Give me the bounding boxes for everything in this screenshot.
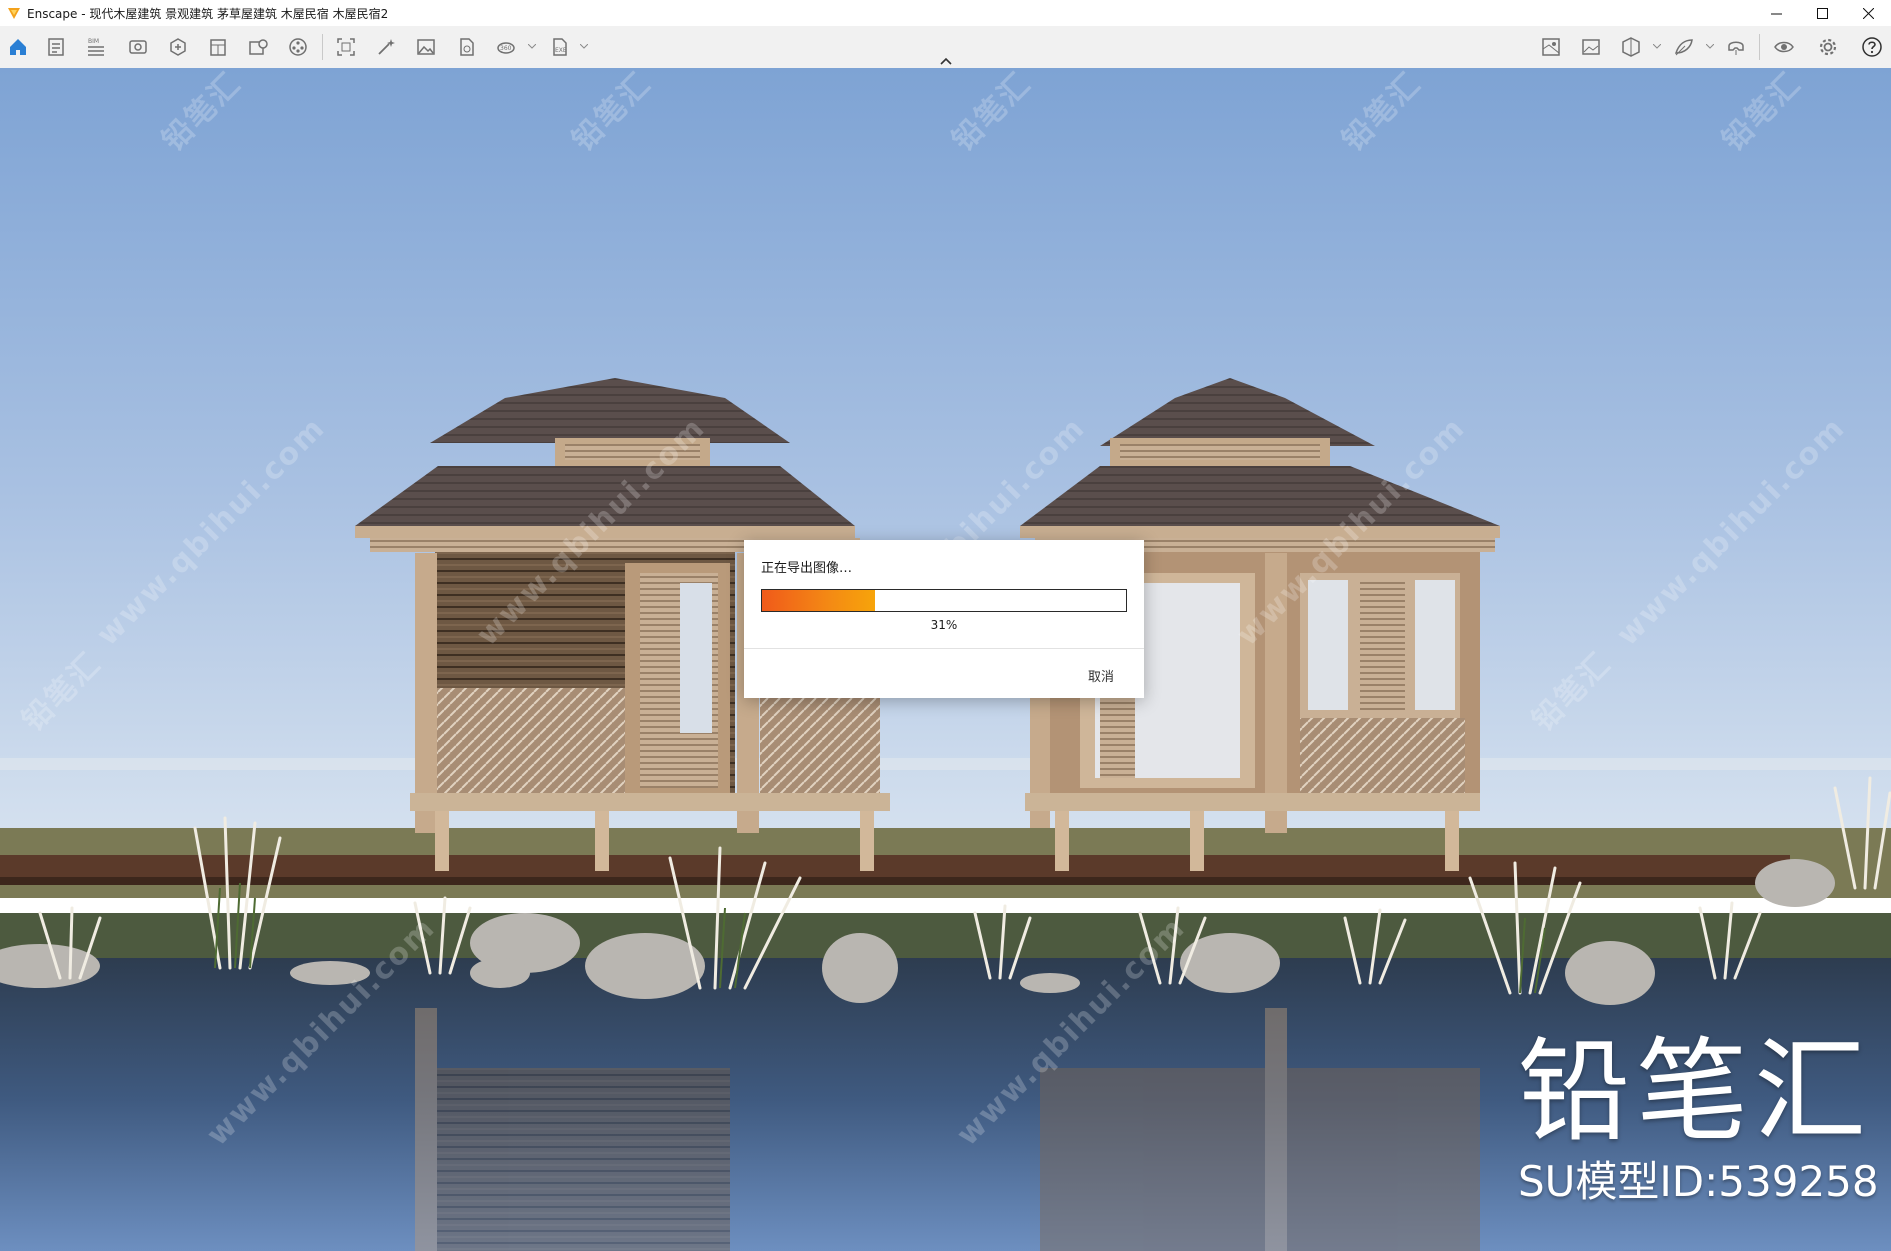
vr-headset-icon	[1728, 41, 1744, 55]
brand-logo-watermark: 铅笔汇	[1518, 1027, 1872, 1157]
export-exe-icon: EXE	[553, 38, 567, 56]
export-image-button[interactable]	[414, 35, 438, 59]
export-360-icon: 360	[497, 42, 515, 54]
home-icon	[10, 39, 26, 55]
dialog-divider	[744, 648, 1144, 649]
visual-settings-button[interactable]	[126, 35, 150, 59]
site-context-button[interactable]	[246, 35, 270, 59]
help-button[interactable]	[1860, 35, 1884, 59]
asset-library-button[interactable]	[166, 35, 190, 59]
settings-button[interactable]	[1816, 35, 1840, 59]
model-id-watermark: SU模型ID:539258	[1518, 1157, 1879, 1206]
vr-headset-button[interactable]	[1724, 35, 1748, 59]
export-exe-button[interactable]: EXE	[548, 35, 572, 59]
progress-percent-label: 31%	[930, 618, 958, 632]
export-panorama-button[interactable]	[454, 35, 478, 59]
window-controls	[1753, 0, 1891, 26]
toolbar-separator	[322, 34, 323, 60]
close-button[interactable]	[1845, 0, 1891, 26]
maximize-icon	[1816, 7, 1828, 19]
annotation-button[interactable]	[1672, 35, 1696, 59]
eye-view-button[interactable]	[1772, 35, 1796, 59]
home-button[interactable]	[6, 35, 30, 59]
settings-gear-icon	[1819, 38, 1837, 56]
bim-info-button[interactable]: BIM	[84, 35, 108, 59]
maximize-button[interactable]	[1799, 0, 1845, 26]
window-title: Enscape - 现代木屋建筑 景观建筑 茅草屋建筑 木屋民宿 木屋民宿2	[27, 6, 389, 21]
annotation-icon	[1674, 39, 1693, 56]
visual-settings-icon	[129, 40, 147, 54]
progress-bar	[761, 589, 1127, 612]
export-image-icon	[417, 39, 435, 55]
minimize-button[interactable]	[1753, 0, 1799, 26]
chevron-down-icon[interactable]	[580, 44, 588, 50]
batch-render-button[interactable]	[374, 35, 398, 59]
close-icon	[1862, 7, 1874, 19]
dialog-title: 正在导出图像…	[761, 561, 853, 576]
material-editor-button[interactable]	[206, 35, 230, 59]
image-gallery-button[interactable]	[1579, 35, 1603, 59]
material-editor-icon	[210, 39, 226, 56]
help-icon	[1862, 37, 1882, 57]
export-progress-dialog: 正在导出图像… 31% 取消	[744, 540, 1144, 698]
views-panel-icon	[48, 38, 64, 56]
chevron-down-icon[interactable]	[1653, 44, 1661, 50]
minimap-icon	[1542, 38, 1560, 56]
views-panel-button[interactable]	[44, 35, 68, 59]
video-editor-button[interactable]	[286, 35, 310, 59]
chevron-down-icon[interactable]	[528, 44, 536, 50]
eye-view-icon	[1774, 41, 1794, 53]
site-context-icon	[249, 39, 268, 55]
progress-bar-fill	[762, 590, 875, 611]
minimap-button[interactable]	[1539, 35, 1563, 59]
svg-text:EXE: EXE	[555, 47, 567, 54]
sectioning-icon	[1622, 37, 1640, 57]
screenshot-button[interactable]	[334, 35, 358, 59]
toolbar-separator	[1759, 34, 1760, 60]
collapse-toolbar-chevron-icon[interactable]	[939, 56, 953, 66]
sectioning-button[interactable]	[1619, 35, 1643, 59]
minimize-icon	[1770, 13, 1782, 14]
chevron-down-icon[interactable]	[1706, 44, 1714, 50]
export-360-button[interactable]: 360	[494, 35, 518, 59]
svg-text:360: 360	[500, 45, 512, 52]
export-panorama-icon	[460, 38, 474, 56]
asset-library-icon	[170, 38, 186, 56]
bim-label: BIM	[88, 38, 99, 45]
video-editor-icon	[289, 38, 307, 56]
cancel-button[interactable]: 取消	[1088, 666, 1114, 685]
batch-render-icon	[378, 39, 395, 55]
screenshot-icon	[337, 38, 355, 56]
image-gallery-icon	[1582, 39, 1600, 55]
enscape-logo-icon	[8, 8, 20, 19]
bim-info-icon: BIM	[88, 38, 104, 56]
title-bar: Enscape - 现代木屋建筑 景观建筑 茅草屋建筑 木屋民宿 木屋民宿2	[0, 0, 1891, 26]
